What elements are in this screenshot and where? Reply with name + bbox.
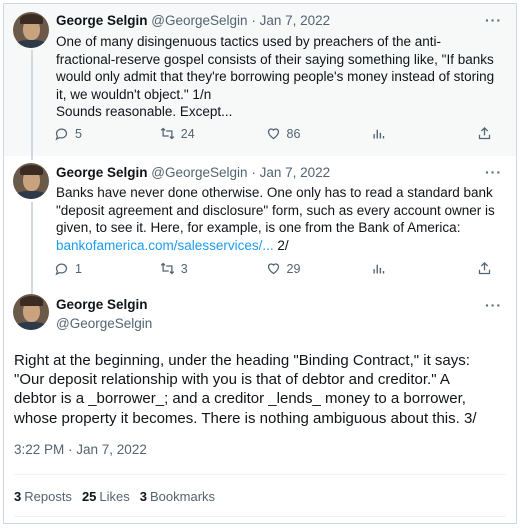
heart-icon: [267, 263, 279, 275]
tweet-line: would only admit that they're borrowing …: [56, 69, 495, 84]
like-count: 29: [286, 261, 301, 276]
tweet-2[interactable]: George Selgin @GeorgeSelgin · Jan 7, 202…: [4, 154, 516, 286]
tweet-actions: 1 3 29: [54, 261, 492, 276]
thread-connector: [31, 154, 33, 158]
avatar[interactable]: [13, 163, 49, 199]
avatar[interactable]: [13, 12, 49, 48]
share-icon: [478, 261, 491, 275]
author-name[interactable]: George Selgin: [56, 13, 148, 28]
heart-icon: [267, 128, 279, 140]
author-handle[interactable]: @GeorgeSelgin: [151, 13, 247, 28]
like-count: 86: [286, 126, 301, 141]
dot-separator: ·: [247, 165, 260, 180]
tweet-line: fractional-reserve gospel consists of th…: [56, 51, 494, 67]
more-options-icon[interactable]: ···: [485, 12, 502, 28]
bookmarks-count: 3: [139, 489, 147, 504]
tweet-line: One of many disingenuous tactics used by…: [56, 34, 441, 49]
divider: [14, 516, 506, 517]
tweet-text: Banks have never done otherwise. One onl…: [56, 184, 496, 254]
main-tweet-avatar[interactable]: [13, 294, 49, 330]
retweet-button[interactable]: 24: [160, 126, 200, 141]
thread-connector: [31, 284, 33, 294]
dot-separator: ·: [247, 13, 260, 28]
reposts-count: 3: [14, 489, 22, 504]
share-button[interactable]: [477, 126, 492, 141]
reposts-stat[interactable]: 3 Reposts: [14, 489, 72, 504]
bookmarks-stat[interactable]: 3 Bookmarks: [140, 489, 215, 504]
retweet-icon: [160, 262, 174, 275]
share-button[interactable]: [477, 261, 492, 276]
divider: [14, 474, 506, 475]
tweet-1[interactable]: George Selgin @GeorgeSelgin · Jan 7, 202…: [4, 4, 516, 160]
tweet-date[interactable]: Jan 7, 2022: [260, 165, 331, 180]
reply-icon: [55, 128, 68, 141]
bookmarks-label: Bookmarks: [150, 489, 216, 504]
retweet-count: 24: [180, 126, 195, 141]
tweet-text: One of many disingenuous tactics used by…: [56, 33, 496, 121]
thread-connector: [31, 202, 33, 286]
engagement-stats: 3 Reposts 25 Likes 3 Bookmarks: [14, 489, 215, 504]
views-button[interactable]: [371, 126, 411, 141]
like-button[interactable]: 86: [266, 126, 306, 141]
tweet-line: given, to see it. Here, for example, is …: [56, 220, 461, 235]
likes-label: Likes: [99, 489, 130, 504]
tweet-line: "Our deposit relationship with you is th…: [14, 371, 450, 389]
main-tweet-timestamp[interactable]: 3:22 PM · Jan 7, 2022: [14, 442, 147, 457]
likes-stat[interactable]: 25 Likes: [82, 489, 130, 504]
like-button[interactable]: 29: [266, 261, 306, 276]
tweet-line: it, we wouldn't object." 1/n: [56, 86, 212, 102]
author-name[interactable]: George Selgin: [56, 165, 148, 180]
author-handle[interactable]: @GeorgeSelgin: [151, 165, 247, 180]
tweet-date[interactable]: Jan 7, 2022: [260, 13, 331, 28]
reply-count: 5: [75, 126, 82, 141]
tweet-line: debtor is a _borrower_; and a creditor _…: [14, 390, 466, 408]
thread-connector: [31, 50, 33, 160]
tweet-link[interactable]: bankofamerica.com/salesservices/...: [56, 238, 274, 253]
main-tweet-author-name[interactable]: George Selgin: [56, 297, 148, 312]
tweet-header: George Selgin @GeorgeSelgin · Jan 7, 202…: [56, 13, 330, 28]
tweet-line: Banks have never done otherwise. One onl…: [56, 185, 493, 200]
retweet-count: 3: [180, 261, 188, 276]
retweet-button[interactable]: 3: [160, 261, 200, 276]
likes-count: 25: [81, 489, 97, 504]
thread-index: 2/: [273, 237, 289, 253]
reply-icon: [55, 263, 68, 276]
tweet-line: Right at the beginning, under the headin…: [14, 352, 470, 369]
main-tweet-author-handle[interactable]: @GeorgeSelgin: [56, 316, 152, 331]
tweet-line: whose property it becomes. There is noth…: [14, 409, 477, 427]
reposts-label: Reposts: [24, 489, 72, 504]
retweet-icon: [160, 127, 174, 140]
main-tweet-text: Right at the beginning, under the headin…: [14, 351, 504, 428]
tweet-line: "deposit agreement and disclosure" form,…: [56, 202, 495, 218]
analytics-icon: [373, 264, 385, 274]
tweet-line: Sounds reasonable. Except...: [56, 104, 233, 119]
more-options-icon[interactable]: ···: [485, 297, 502, 313]
reply-count: 1: [75, 261, 82, 276]
share-icon: [478, 126, 491, 140]
thread-frame: George Selgin @GeorgeSelgin · Jan 7, 202…: [3, 3, 517, 524]
analytics-icon: [373, 129, 385, 139]
reply-button[interactable]: 5: [54, 126, 94, 141]
tweet-actions: 5 24 86: [54, 126, 492, 141]
tweet-line: bankofamerica.com/salesservices/... 2/: [56, 237, 496, 255]
tweet-header: George Selgin @GeorgeSelgin · Jan 7, 202…: [56, 165, 330, 180]
views-button[interactable]: [371, 261, 411, 276]
reply-button[interactable]: 1: [54, 261, 94, 276]
more-options-icon[interactable]: ···: [485, 164, 502, 180]
